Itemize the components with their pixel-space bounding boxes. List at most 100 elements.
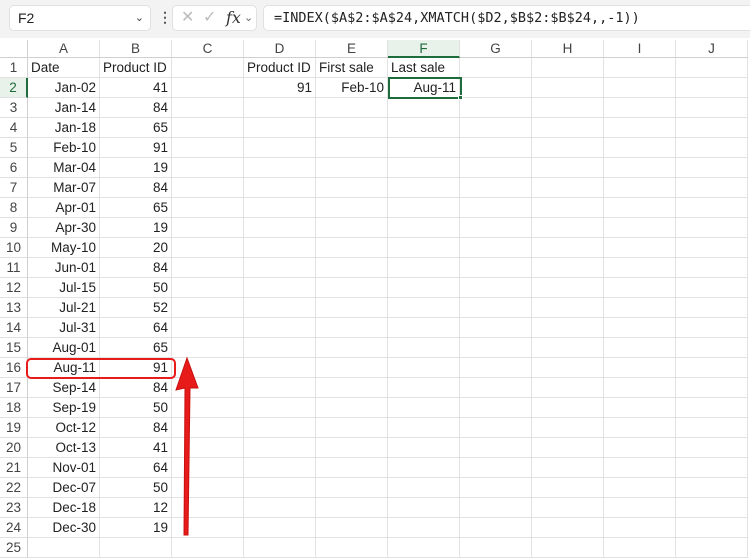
cell-d24[interactable]: [244, 518, 316, 538]
cell-a6[interactable]: Mar-04: [28, 158, 100, 178]
cell-i1[interactable]: [604, 58, 676, 78]
cell-g18[interactable]: [460, 398, 532, 418]
cell-a7[interactable]: Mar-07: [28, 178, 100, 198]
cell-c6[interactable]: [172, 158, 244, 178]
cell-b6[interactable]: 19: [100, 158, 172, 178]
cell-f21[interactable]: [388, 458, 460, 478]
cell-d10[interactable]: [244, 238, 316, 258]
cell-f22[interactable]: [388, 478, 460, 498]
cell-h25[interactable]: [532, 538, 604, 558]
cell-j17[interactable]: [676, 378, 748, 398]
cell-f6[interactable]: [388, 158, 460, 178]
cell-d2[interactable]: 91: [244, 78, 316, 98]
row-header-24[interactable]: 24: [0, 518, 28, 538]
cell-h8[interactable]: [532, 198, 604, 218]
cell-i11[interactable]: [604, 258, 676, 278]
cell-i12[interactable]: [604, 278, 676, 298]
cell-b21[interactable]: 64: [100, 458, 172, 478]
cell-j21[interactable]: [676, 458, 748, 478]
cell-j1[interactable]: [676, 58, 748, 78]
cell-e4[interactable]: [316, 118, 388, 138]
cell-h15[interactable]: [532, 338, 604, 358]
cell-a5[interactable]: Feb-10: [28, 138, 100, 158]
cell-e2[interactable]: Feb-10: [316, 78, 388, 98]
cell-j15[interactable]: [676, 338, 748, 358]
cell-h13[interactable]: [532, 298, 604, 318]
cell-h18[interactable]: [532, 398, 604, 418]
row-header-2[interactable]: 2: [0, 78, 28, 98]
cell-h12[interactable]: [532, 278, 604, 298]
cell-e1[interactable]: First sale: [316, 58, 388, 78]
cell-d14[interactable]: [244, 318, 316, 338]
cell-j8[interactable]: [676, 198, 748, 218]
row-header-5[interactable]: 5: [0, 138, 28, 158]
fill-handle[interactable]: [458, 95, 463, 100]
cell-b8[interactable]: 65: [100, 198, 172, 218]
cell-a18[interactable]: Sep-19: [28, 398, 100, 418]
cell-f10[interactable]: [388, 238, 460, 258]
cell-g14[interactable]: [460, 318, 532, 338]
cell-j3[interactable]: [676, 98, 748, 118]
cell-d23[interactable]: [244, 498, 316, 518]
select-all-corner[interactable]: [0, 40, 28, 58]
cell-g7[interactable]: [460, 178, 532, 198]
cell-a22[interactable]: Dec-07: [28, 478, 100, 498]
cell-i8[interactable]: [604, 198, 676, 218]
row-header-19[interactable]: 19: [0, 418, 28, 438]
row-header-14[interactable]: 14: [0, 318, 28, 338]
cell-j2[interactable]: [676, 78, 748, 98]
column-header-b[interactable]: B: [100, 40, 172, 58]
cell-f8[interactable]: [388, 198, 460, 218]
cell-j11[interactable]: [676, 258, 748, 278]
cell-d3[interactable]: [244, 98, 316, 118]
cell-h14[interactable]: [532, 318, 604, 338]
row-header-6[interactable]: 6: [0, 158, 28, 178]
cell-i20[interactable]: [604, 438, 676, 458]
cell-i9[interactable]: [604, 218, 676, 238]
insert-function-icon[interactable]: fx: [226, 6, 241, 30]
cell-f4[interactable]: [388, 118, 460, 138]
column-header-c[interactable]: C: [172, 40, 244, 58]
row-header-1[interactable]: 1: [0, 58, 28, 78]
cell-i24[interactable]: [604, 518, 676, 538]
cell-f9[interactable]: [388, 218, 460, 238]
cell-h4[interactable]: [532, 118, 604, 138]
cell-e20[interactable]: [316, 438, 388, 458]
cell-g10[interactable]: [460, 238, 532, 258]
cell-c2[interactable]: [172, 78, 244, 98]
formula-input[interactable]: =INDEX($A$2:$A$24,XMATCH($D2,$B$2:$B$24,…: [263, 5, 750, 31]
cell-g15[interactable]: [460, 338, 532, 358]
cell-e15[interactable]: [316, 338, 388, 358]
cell-e9[interactable]: [316, 218, 388, 238]
cell-b5[interactable]: 91: [100, 138, 172, 158]
cell-c12[interactable]: [172, 278, 244, 298]
cell-d1[interactable]: Product ID: [244, 58, 316, 78]
cell-f23[interactable]: [388, 498, 460, 518]
cell-j22[interactable]: [676, 478, 748, 498]
cell-g5[interactable]: [460, 138, 532, 158]
cell-g6[interactable]: [460, 158, 532, 178]
enter-icon[interactable]: ✓: [203, 6, 216, 30]
cell-e22[interactable]: [316, 478, 388, 498]
cell-h22[interactable]: [532, 478, 604, 498]
cell-g12[interactable]: [460, 278, 532, 298]
cell-i22[interactable]: [604, 478, 676, 498]
cell-i13[interactable]: [604, 298, 676, 318]
cell-b23[interactable]: 12: [100, 498, 172, 518]
cell-e8[interactable]: [316, 198, 388, 218]
cell-f12[interactable]: [388, 278, 460, 298]
cell-e17[interactable]: [316, 378, 388, 398]
chevron-down-icon[interactable]: ⌄: [135, 6, 144, 30]
cell-e11[interactable]: [316, 258, 388, 278]
cell-a20[interactable]: Oct-13: [28, 438, 100, 458]
cell-c13[interactable]: [172, 298, 244, 318]
cell-i7[interactable]: [604, 178, 676, 198]
row-header-4[interactable]: 4: [0, 118, 28, 138]
cell-j5[interactable]: [676, 138, 748, 158]
column-header-j[interactable]: J: [676, 40, 748, 58]
cell-h11[interactable]: [532, 258, 604, 278]
cell-d17[interactable]: [244, 378, 316, 398]
cell-h9[interactable]: [532, 218, 604, 238]
cell-d7[interactable]: [244, 178, 316, 198]
cell-b2[interactable]: 41: [100, 78, 172, 98]
